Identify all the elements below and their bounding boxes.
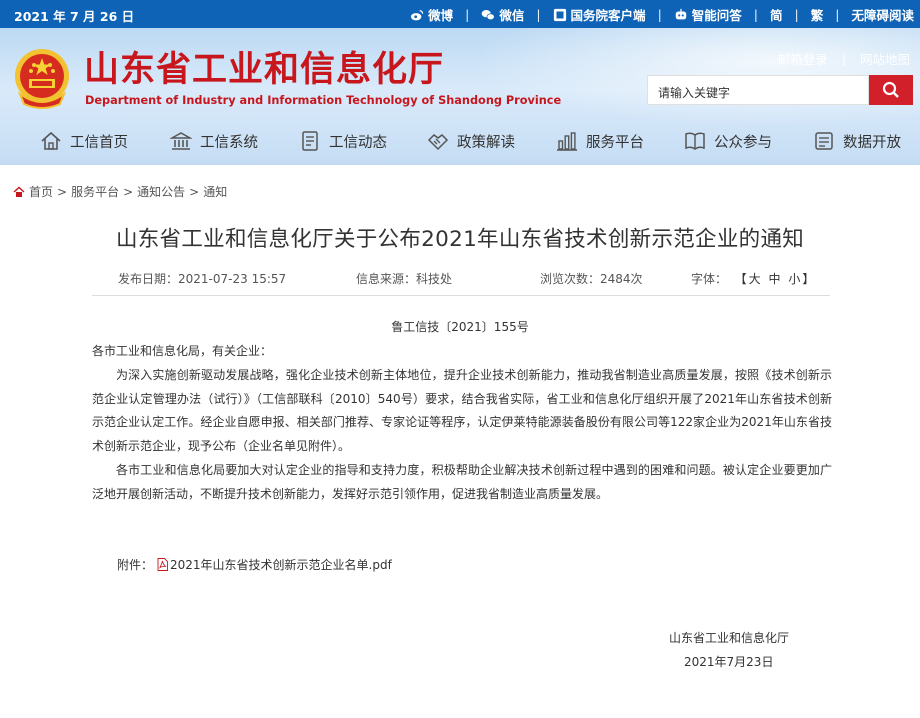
font-size-small[interactable]: 小 — [788, 272, 800, 286]
robot-icon — [675, 8, 687, 19]
wechat-link[interactable]: 微信 — [481, 5, 524, 24]
article-body: 各市工业和信息化局，有关企业： 为深入实施创新驱动发展战略，强化企业技术创新主体… — [92, 340, 832, 507]
nav-item-public[interactable]: 公众参与 — [684, 130, 772, 152]
national-emblem-icon[interactable] — [12, 46, 72, 112]
data-icon — [815, 132, 833, 150]
home-icon — [13, 186, 25, 197]
attachment-label: 附件： — [117, 558, 154, 572]
attachment-link[interactable]: 2021年山东省技术创新示范企业名单.pdf — [170, 556, 392, 573]
document-number: 鲁工信技〔2021〕155号 — [391, 320, 529, 334]
separator: | — [753, 7, 759, 22]
wechat-icon — [482, 9, 495, 20]
signer: 山东省工业和信息化厅 — [669, 631, 790, 645]
paragraph: 各市工业和信息化局要加大对认定企业的指导和支持力度，积极帮助企业解决技术创新过程… — [92, 462, 832, 501]
nav-item-policy[interactable]: 政策解读 — [427, 130, 515, 152]
separator: | — [657, 7, 662, 22]
nav-item-label: 公众参与 — [714, 134, 772, 151]
paragraph: 为深入实施创新驱动发展战略，强化企业技术创新主体地位，提升企业技术创新能力，推动… — [92, 367, 832, 454]
traditional-chinese-link[interactable]: 繁 — [811, 5, 824, 24]
article-meta: 发布日期：2021-07-23 15:57 信息来源：科技处 浏览次数：2484… — [92, 270, 830, 296]
weibo-label: 微博 — [428, 8, 454, 23]
nav-item-label: 工信动态 — [329, 134, 387, 151]
article-title: 山东省工业和信息化厅关于公布2021年山东省技术创新示范企业的通知 — [115, 227, 805, 252]
top-bar: 2021 年 7 月 26 日 微博 | 微信 | 国务院客户端 | 智能问答 … — [0, 0, 920, 28]
main-nav: 工信首页 工信系统 工信动态 政策解读 服务平台 公众参与 数据开放 — [0, 128, 920, 158]
separator: | — [794, 7, 799, 22]
separator: | — [841, 51, 846, 66]
breadcrumb-home[interactable]: 首页 — [29, 183, 53, 200]
pdf-icon — [157, 558, 168, 571]
nav-item-home[interactable]: 工信首页 — [40, 130, 128, 152]
search-input[interactable]: 请输入关键字 — [647, 75, 869, 105]
site-subtitle: Department of Industry and Information T… — [85, 94, 562, 107]
smart-qa-link[interactable]: 智能问答 — [674, 5, 742, 24]
breadcrumb-notices[interactable]: 通知公告 — [137, 183, 185, 200]
salutation: 各市工业和信息化局，有关企业： — [92, 344, 273, 358]
breadcrumb: 首页 > 服务平台 > 通知公告 > 通知 — [13, 183, 227, 200]
site-header: 山东省工业和信息化厅 Department of Industry and In… — [0, 28, 920, 165]
nav-item-service[interactable]: 服务平台 — [556, 130, 644, 152]
simplified-chinese-link[interactable]: 简 — [770, 5, 783, 24]
nav-item-label: 工信系统 — [200, 134, 258, 151]
search-button[interactable] — [869, 75, 913, 105]
sign-date: 2021年7月23日 — [684, 655, 774, 669]
separator: | — [465, 7, 470, 22]
divider — [92, 295, 830, 296]
state-council-app-link[interactable]: 国务院客户端 — [553, 5, 646, 24]
current-date: 2021 年 7 月 26 日 — [14, 9, 135, 24]
separator: | — [835, 7, 840, 22]
search-bar: 请输入关键字 — [647, 75, 913, 105]
header-links: 邮箱登录 | 网站地图 — [778, 49, 910, 68]
accessibility-link[interactable]: 无障碍阅读 — [851, 5, 914, 24]
book-icon — [685, 132, 705, 150]
publish-date: 发布日期：2021-07-23 15:57 — [118, 272, 287, 286]
handshake-icon — [427, 134, 449, 151]
font-size-large[interactable]: 大 — [749, 272, 761, 286]
nav-item-data[interactable]: 数据开放 — [813, 130, 901, 152]
smart-qa-label: 智能问答 — [691, 8, 742, 23]
weibo-link[interactable]: 微博 — [410, 5, 453, 24]
site-title[interactable]: 山东省工业和信息化厅 — [84, 48, 444, 92]
top-links: 微博 | 微信 | 国务院客户端 | 智能问答 | 简 | 繁 | 无障碍阅读 — [410, 5, 914, 24]
nav-item-label: 数据开放 — [843, 134, 901, 151]
news-icon — [302, 131, 318, 151]
separator: | — [536, 7, 541, 22]
breadcrumb-current[interactable]: 通知 — [203, 183, 227, 200]
nav-item-label: 服务平台 — [586, 134, 644, 151]
nav-item-label: 政策解读 — [457, 134, 515, 151]
bar-chart-icon — [557, 132, 577, 151]
attachment: 附件： 2021年山东省技术创新示范企业名单.pdf — [117, 556, 392, 573]
nav-item-label: 工信首页 — [70, 134, 128, 151]
state-council-app-icon — [553, 8, 566, 21]
mail-login-link[interactable]: 邮箱登录 — [778, 49, 828, 68]
wechat-label: 微信 — [499, 8, 525, 23]
building-icon — [170, 132, 192, 150]
breadcrumb-service-platform[interactable]: 服务平台 — [71, 183, 119, 200]
state-council-app-label: 国务院客户端 — [570, 8, 646, 23]
search-icon — [882, 81, 899, 98]
info-source: 信息来源：科技处 — [356, 272, 453, 286]
nav-item-news[interactable]: 工信动态 — [299, 130, 387, 152]
nav-item-system[interactable]: 工信系统 — [170, 130, 258, 152]
site-map-link[interactable]: 网站地图 — [860, 49, 910, 68]
font-size-medium[interactable]: 中 — [769, 272, 781, 286]
font-size-controls: 字体： 【大 中 小】 — [691, 272, 815, 286]
view-count: 浏览次数：2484次 — [540, 272, 643, 286]
weibo-icon — [410, 9, 424, 20]
home-icon — [41, 131, 61, 150]
